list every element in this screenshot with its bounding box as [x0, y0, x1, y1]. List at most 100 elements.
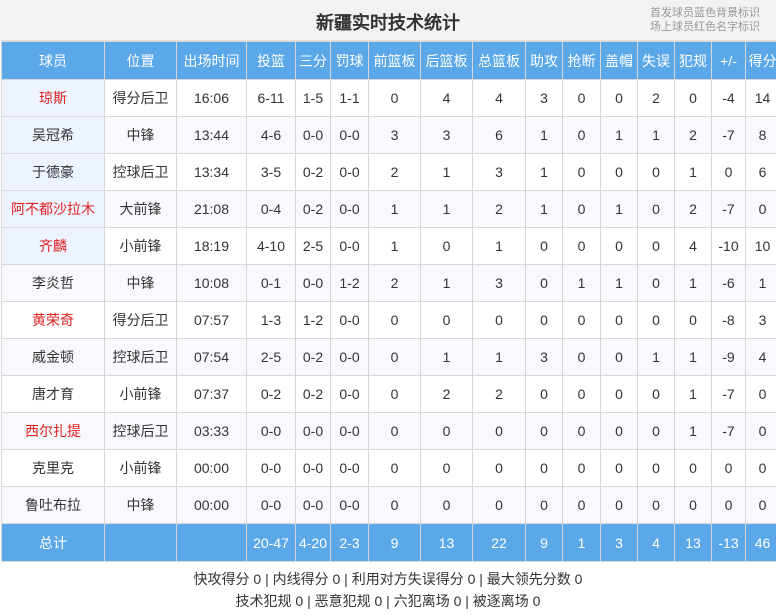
- stat-cell: 0: [562, 375, 601, 413]
- stat-cell: 0: [711, 486, 746, 524]
- stat-cell: 0: [637, 375, 675, 413]
- stat-cell: 0: [368, 338, 421, 376]
- stat-cell: 0: [637, 227, 675, 265]
- stat-cell: 1-1: [330, 79, 369, 117]
- stat-cell: 0-0: [330, 116, 369, 154]
- table-row: 李炎哲 中锋 10:08 0-1 0-0 1-2 2 1 3 0 1 1 0 1 -6 1: [1, 264, 776, 302]
- stat-cell: 10:08: [176, 264, 247, 302]
- column-header: 失误: [637, 41, 675, 80]
- totals-cell: 4-20: [295, 523, 331, 562]
- stat-cell: 1: [420, 153, 473, 191]
- player-name[interactable]: 唐才育: [1, 375, 105, 413]
- stat-cell: 0: [562, 301, 601, 339]
- stat-cell: 小前锋: [104, 375, 177, 413]
- stat-cell: 3: [420, 116, 473, 154]
- stat-cell: 00:00: [176, 449, 247, 487]
- column-header: +/-: [711, 41, 746, 80]
- stat-cell: 3: [525, 79, 563, 117]
- stat-cell: 0: [562, 412, 601, 450]
- stat-cell: 0: [637, 264, 675, 302]
- stat-cell: 0: [562, 338, 601, 376]
- column-header: 抢断: [562, 41, 601, 80]
- player-name[interactable]: 威金顿: [1, 338, 105, 376]
- stat-cell: 6: [472, 116, 526, 154]
- stat-cell: 0-2: [295, 375, 331, 413]
- stat-cell: 3: [745, 301, 776, 339]
- player-name[interactable]: 于德豪: [1, 153, 105, 191]
- player-name[interactable]: 西尔扎提: [1, 412, 105, 450]
- stat-cell: 0: [525, 301, 563, 339]
- table-header-row: 球员 位置 出场时间 投篮 三分 罚球 前篮板 后篮板 总篮板 助攻 抢断 盖帽 失误 犯规 +/- 得分: [1, 41, 776, 80]
- stat-cell: -7: [711, 116, 746, 154]
- stat-cell: 0: [637, 412, 675, 450]
- stat-cell: 4: [745, 338, 776, 376]
- player-name[interactable]: 琼斯: [1, 79, 105, 117]
- stat-cell: 0-0: [295, 412, 331, 450]
- stat-cell: 0: [525, 375, 563, 413]
- stat-cell: 0: [525, 449, 563, 487]
- stat-cell: 1: [368, 190, 421, 228]
- stat-cell: 0: [368, 375, 421, 413]
- stat-cell: 小前锋: [104, 227, 177, 265]
- stat-cell: -10: [711, 227, 746, 265]
- stat-cell: 0: [562, 116, 601, 154]
- stat-cell: 4: [674, 227, 712, 265]
- player-name[interactable]: 鲁吐布拉: [1, 486, 105, 524]
- stat-cell: 0-0: [246, 449, 296, 487]
- stat-cell: 0: [368, 412, 421, 450]
- legend: 首发球员蓝色背景标识 场上球员红色名字标识: [650, 6, 760, 34]
- table-row: 威金顿 控球后卫 07:54 2-5 0-2 0-0 0 1 1 3 0 0 1 1 -9 4: [1, 338, 776, 376]
- stat-cell: 0: [745, 486, 776, 524]
- stat-cell: 0: [472, 486, 526, 524]
- player-name[interactable]: 齐麟: [1, 227, 105, 265]
- stat-cell: 中锋: [104, 486, 177, 524]
- stat-cell: 0: [745, 375, 776, 413]
- stat-cell: 0-0: [295, 449, 331, 487]
- stat-cell: 0-2: [246, 375, 296, 413]
- stat-cell: 2: [420, 375, 473, 413]
- stat-cell: 0: [562, 227, 601, 265]
- stat-cell: 0: [562, 449, 601, 487]
- stat-cell: 1: [674, 264, 712, 302]
- stat-cell: 0: [600, 338, 638, 376]
- stat-cell: 0: [600, 486, 638, 524]
- player-name[interactable]: 吴冠希: [1, 116, 105, 154]
- stat-cell: 0: [525, 227, 563, 265]
- stat-cell: 21:08: [176, 190, 247, 228]
- table-row: 齐麟 小前锋 18:19 4-10 2-5 0-0 1 0 1 0 0 0 0 4 -10 10: [1, 227, 776, 265]
- stat-cell: 1-2: [330, 264, 369, 302]
- stat-cell: 2: [637, 79, 675, 117]
- totals-cell: 4: [637, 523, 675, 562]
- legend-starter: 首发球员蓝色背景标识: [650, 7, 760, 19]
- player-name[interactable]: 克里克: [1, 449, 105, 487]
- stat-cell: 0: [525, 412, 563, 450]
- stat-cell: 0: [637, 449, 675, 487]
- stat-cell: 2: [368, 264, 421, 302]
- player-name[interactable]: 黄荣奇: [1, 301, 105, 339]
- table-row: 唐才育 小前锋 07:37 0-2 0-2 0-0 0 2 2 0 0 0 0 1 -7 0: [1, 375, 776, 413]
- stat-cell: 中锋: [104, 116, 177, 154]
- stat-cell: 4: [472, 79, 526, 117]
- stat-cell: 0: [472, 449, 526, 487]
- stat-cell: 0-0: [330, 301, 369, 339]
- stat-cell: 0-0: [295, 264, 331, 302]
- stat-cell: 18:19: [176, 227, 247, 265]
- column-header: 犯规: [674, 41, 712, 80]
- totals-label: 总计: [1, 523, 105, 562]
- stat-cell: 16:06: [176, 79, 247, 117]
- player-name[interactable]: 李炎哲: [1, 264, 105, 302]
- stat-cell: 得分后卫: [104, 301, 177, 339]
- stat-cell: 0: [562, 486, 601, 524]
- stat-cell: 03:33: [176, 412, 247, 450]
- stat-cell: 0-0: [330, 412, 369, 450]
- table-row: 吴冠希 中锋 13:44 4-6 0-0 0-0 3 3 6 1 0 1 1 2 -7 8: [1, 116, 776, 154]
- table-row: 克里克 小前锋 00:00 0-0 0-0 0-0 0 0 0 0 0 0 0 0 0 0: [1, 449, 776, 487]
- stat-cell: 0: [637, 486, 675, 524]
- stat-cell: 0-2: [295, 190, 331, 228]
- column-header: 后篮板: [420, 41, 473, 80]
- stat-cell: 1: [600, 264, 638, 302]
- column-header: 位置: [104, 41, 177, 80]
- stat-cell: 得分后卫: [104, 79, 177, 117]
- stat-cell: 2-5: [295, 227, 331, 265]
- player-name[interactable]: 阿不都沙拉木: [1, 190, 105, 228]
